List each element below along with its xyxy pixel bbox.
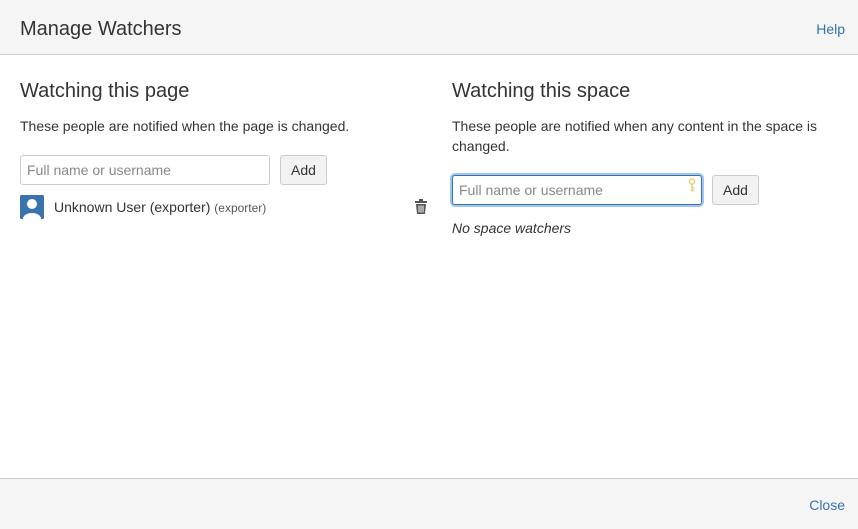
default-user-icon — [20, 195, 44, 219]
watcher-name: Unknown User (exporter) (exporter) — [54, 198, 266, 217]
space-watchers-description: These people are notified when any conte… — [452, 118, 818, 154]
help-link[interactable]: Help — [816, 20, 845, 38]
page-watchers-description: These people are notified when the page … — [20, 118, 350, 134]
trash-icon[interactable] — [415, 199, 427, 214]
page-watchers-heading: Watching this page — [20, 80, 190, 102]
close-button[interactable]: Close — [809, 496, 845, 514]
dialog-footer: Close — [0, 478, 858, 529]
add-space-watcher-button[interactable]: Add — [712, 175, 759, 205]
watcher-list-item: Unknown User (exporter) (exporter) — [20, 195, 430, 219]
key-icon — [687, 178, 697, 192]
watcher-username: (exporter) — [214, 201, 267, 215]
dialog-header: Manage Watchers Help — [0, 0, 858, 55]
page-watcher-search-input[interactable] — [20, 155, 270, 185]
add-page-watcher-button[interactable]: Add — [280, 155, 327, 185]
space-watchers-heading: Watching this space — [452, 80, 631, 102]
no-space-watchers-text: No space watchers — [452, 220, 572, 236]
watcher-display-name: Unknown User (exporter) — [54, 199, 211, 215]
space-watcher-search-input[interactable] — [452, 175, 702, 205]
dialog-title: Manage Watchers — [20, 18, 182, 40]
